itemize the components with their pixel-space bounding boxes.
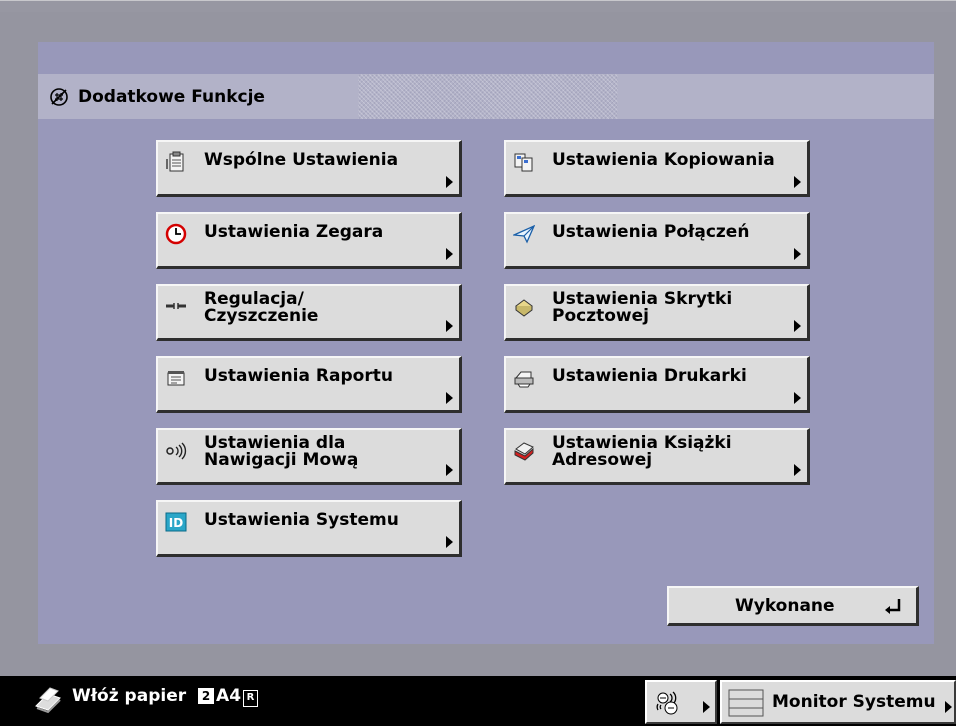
orientation-badge: R xyxy=(243,690,259,707)
chevron-right-icon xyxy=(945,701,952,713)
button-label: Ustawienia Drukarki xyxy=(552,366,747,386)
system-monitor-button[interactable]: Monitor Systemu xyxy=(720,680,956,724)
mailbox-settings-button[interactable]: Ustawienia Skrytki Pocztowej xyxy=(504,284,810,341)
done-button-label: Wykonane xyxy=(735,596,835,616)
chevron-right-icon xyxy=(794,176,801,188)
additional-functions-panel: Dodatkowe Funkcje Wspólne Ustawienia Ust… xyxy=(38,42,934,644)
printer-icon xyxy=(514,371,534,388)
svg-text:ID: ID xyxy=(169,516,183,530)
mailbox-icon xyxy=(515,299,533,317)
panel-header: Dodatkowe Funkcje xyxy=(38,74,934,119)
button-label-line-2: Nawigacji Mową xyxy=(204,450,359,470)
chevron-right-icon xyxy=(446,248,453,260)
tray-number-badge: 2 xyxy=(198,688,215,704)
system-monitor-icon xyxy=(728,689,764,717)
clock-icon xyxy=(165,223,187,245)
button-label-line-2: Adresowej xyxy=(552,450,653,470)
report-icon xyxy=(167,371,185,386)
button-label: Ustawienia dla Nawigacji Mową xyxy=(204,435,441,469)
chevron-right-icon xyxy=(446,392,453,404)
page-title: Dodatkowe Funkcje xyxy=(48,74,265,119)
chevron-right-icon xyxy=(794,392,801,404)
chevron-right-icon xyxy=(794,464,801,476)
additional-functions-icon xyxy=(50,87,68,106)
status-message: Włóż papier 2 A4 R xyxy=(72,686,259,707)
communication-settings-button[interactable]: Ustawienia Połączeń xyxy=(504,212,810,269)
button-label: Ustawienia Połączeń xyxy=(552,222,750,242)
button-label: Ustawienia Zegara xyxy=(204,222,384,242)
status-message-text: Włóż papier xyxy=(72,686,187,706)
button-label: Ustawienia Skrytki Pocztowej xyxy=(552,291,789,325)
id-badge-icon: ID xyxy=(165,512,187,532)
paper-size: A4 xyxy=(216,686,242,706)
voice-waves-icon xyxy=(166,442,187,460)
chevron-right-icon xyxy=(446,536,453,548)
button-label: Wspólne Ustawienia xyxy=(204,150,399,170)
top-border xyxy=(0,0,956,12)
timer-settings-button[interactable]: Ustawienia Zegara xyxy=(156,212,462,269)
common-settings-button[interactable]: Wspólne Ustawienia xyxy=(156,140,462,197)
voice-guide-icon xyxy=(656,691,678,715)
chevron-right-icon xyxy=(446,464,453,476)
system-monitor-label: Monitor Systemu xyxy=(772,692,936,712)
header-texture xyxy=(358,74,618,119)
button-label-line-2: Pocztowej xyxy=(552,306,649,326)
page-title-text: Dodatkowe Funkcje xyxy=(78,86,265,107)
button-label-line-2: Czyszczenie xyxy=(204,306,319,326)
button-label: Regulacja/ Czyszczenie xyxy=(204,291,441,325)
done-button[interactable]: Wykonane xyxy=(667,586,919,626)
button-label: Ustawienia Kopiowania xyxy=(552,150,775,170)
button-label: Ustawienia Systemu xyxy=(204,510,399,530)
voice-guide-button[interactable] xyxy=(645,680,717,724)
address-book-icon xyxy=(514,442,534,461)
wrench-icon xyxy=(166,303,186,309)
address-book-settings-button[interactable]: Ustawienia Książki Adresowej xyxy=(504,428,810,485)
chevron-right-icon xyxy=(794,248,801,260)
system-settings-button[interactable]: ID Ustawienia Systemu xyxy=(156,500,462,557)
chevron-right-icon xyxy=(794,320,801,332)
enter-icon xyxy=(885,599,901,614)
clipboard-icon xyxy=(166,151,184,172)
chevron-right-icon xyxy=(446,176,453,188)
chevron-right-icon xyxy=(446,320,453,332)
printer-settings-button[interactable]: Ustawienia Drukarki xyxy=(504,356,810,413)
paper-plane-icon xyxy=(513,224,535,244)
copy-settings-button[interactable]: Ustawienia Kopiowania xyxy=(504,140,810,197)
paper-feed-icon xyxy=(35,687,61,714)
button-label: Ustawienia Raportu xyxy=(204,366,393,386)
copy-documents-icon xyxy=(514,153,533,172)
adjustment-cleaning-button[interactable]: Regulacja/ Czyszczenie xyxy=(156,284,462,341)
button-label: Ustawienia Książki Adresowej xyxy=(552,435,789,469)
report-settings-button[interactable]: Ustawienia Raportu xyxy=(156,356,462,413)
chevron-right-icon xyxy=(703,701,710,713)
voice-guidance-settings-button[interactable]: Ustawienia dla Nawigacji Mową xyxy=(156,428,462,485)
